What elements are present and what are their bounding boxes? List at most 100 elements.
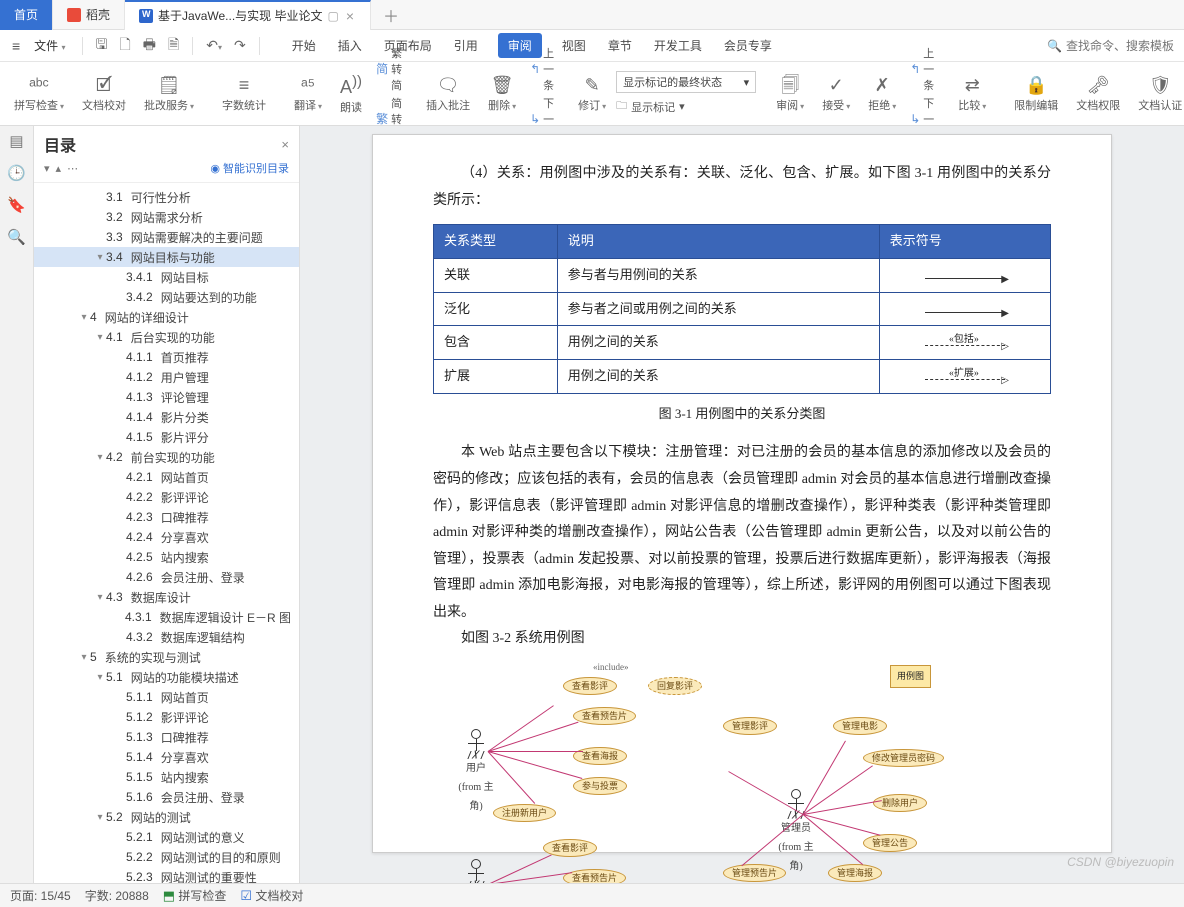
outline-item[interactable]: 4.1.2用户管理 <box>34 367 299 387</box>
file-menu[interactable]: 文件 ▾ <box>26 37 73 54</box>
smart-detect-button[interactable]: ◉智能识别目录 <box>210 160 289 176</box>
outline-item[interactable]: 4.2.2影评评论 <box>34 487 299 507</box>
wordcount-button[interactable]: ≡字数统计 <box>214 64 274 124</box>
outline-item[interactable]: 3.4.1网站目标 <box>34 267 299 287</box>
proof-status[interactable]: ☑ 文档校对 <box>240 887 303 904</box>
document-viewport[interactable]: （4）关系：用例图中涉及的关系有：关联、泛化、包含、扩展。如下图 3-1 用例图… <box>300 126 1184 883</box>
outline-item[interactable]: ▾4.1后台实现的功能 <box>34 327 299 347</box>
outline-item[interactable]: 3.4.2网站要达到的功能 <box>34 287 299 307</box>
outline-item[interactable]: 4.2.3口碑推荐 <box>34 507 299 527</box>
outline-item[interactable]: 4.3.2数据库逻辑结构 <box>34 627 299 647</box>
outline-item[interactable]: 4.1.4影片分类 <box>34 407 299 427</box>
outline-item[interactable]: 5.2.3网站测试的重要性 <box>34 867 299 883</box>
outline-item[interactable]: ▾5.1网站的功能模块描述 <box>34 667 299 687</box>
outline-item[interactable]: ▾3.4网站目标与功能 <box>34 247 299 267</box>
ribbon-tab-chapter[interactable]: 章节 <box>606 33 634 58</box>
outline-item[interactable]: 4.1.1首页推荐 <box>34 347 299 367</box>
proofread-button[interactable]: 🗹文档校对 <box>74 64 134 124</box>
translate-button[interactable]: ᵃ⁵翻译▾ <box>286 64 330 124</box>
outline-num: 4.2.4 <box>126 530 153 544</box>
show-marks-button[interactable]: 🗀显示标记▾ <box>616 97 756 116</box>
review-button[interactable]: 🗐审阅▾ <box>768 64 812 124</box>
ribbon-tab-insert[interactable]: 插入 <box>336 33 364 58</box>
search-icon[interactable]: 🔍 <box>8 228 26 246</box>
tag-icon[interactable]: 🕒 <box>8 164 26 182</box>
filter-icon[interactable]: ⋯ <box>67 162 78 175</box>
uc-mgr-ad: 管理预告片 <box>723 864 786 882</box>
qa-save-icon[interactable]: 🖫 <box>91 34 113 58</box>
accept-button[interactable]: ✓接受▾ <box>814 64 858 124</box>
outline-item[interactable]: 4.3.1数据库逻辑设计 E－R 图 <box>34 607 299 627</box>
outline-item[interactable]: 3.1可行性分析 <box>34 187 299 207</box>
tab-add-button[interactable]: ＋ <box>371 3 411 27</box>
outline-item[interactable]: ▾4.2前台实现的功能 <box>34 447 299 467</box>
outline-item[interactable]: 4.2.4分享喜欢 <box>34 527 299 547</box>
outline-item[interactable]: 3.2网站需求分析 <box>34 207 299 227</box>
hamburger-icon[interactable]: ≡ <box>8 38 24 54</box>
display-mode-combo[interactable]: 显示标记的最终状态▾ <box>616 71 756 93</box>
outline-icon[interactable]: ▤ <box>8 132 26 150</box>
outline-item[interactable]: 4.1.5影片评分 <box>34 427 299 447</box>
delete-comment-button[interactable]: 🗑删除▾ <box>480 64 524 124</box>
ribbon-tab-view[interactable]: 视图 <box>560 33 588 58</box>
outline-item[interactable]: 5.1.2影评评论 <box>34 707 299 727</box>
outline-item[interactable]: ▾4网站的详细设计 <box>34 307 299 327</box>
tab-secondary[interactable]: 稻壳 <box>53 0 125 30</box>
tab-document-active[interactable]: 基于JavaWe...与实现 毕业论文 ▢ × <box>125 0 371 30</box>
outline-item[interactable]: ▾4.3数据库设计 <box>34 587 299 607</box>
restrict-button[interactable]: 🔒限制编辑 <box>1006 64 1066 124</box>
qa-print-icon[interactable]: 🖶 <box>138 34 161 58</box>
read-button[interactable]: A))朗读 <box>332 64 370 124</box>
auth-icon: 🛡 <box>1149 75 1172 95</box>
command-search[interactable]: 🔍 <box>1047 39 1176 53</box>
outline-item[interactable]: 5.1.3口碑推荐 <box>34 727 299 747</box>
outline-item[interactable]: 4.2.6会员注册、登录 <box>34 567 299 587</box>
doc-auth-button[interactable]: 🛡文档认证 <box>1130 64 1184 124</box>
compare-button[interactable]: ⇄比较▾ <box>950 64 994 124</box>
trad-simple-button[interactable]: 简繁转简 <box>376 45 402 93</box>
outline-item[interactable]: 4.2.5站内搜索 <box>34 547 299 567</box>
bookmark-icon[interactable]: 🔖 <box>8 196 26 214</box>
spell-check-button[interactable]: ᵃᵇᶜ拼写检查▾ <box>6 64 72 124</box>
prev-change-button[interactable]: ↰上一条 <box>910 45 934 93</box>
tab-home[interactable]: 首页 <box>0 0 53 30</box>
qa-redo-icon[interactable]: ↷ <box>229 37 251 54</box>
tab-close-icon[interactable]: × <box>344 8 356 24</box>
reject-button[interactable]: ✗拒绝▾ <box>860 64 904 124</box>
qa-undo-icon[interactable]: ↶▾ <box>201 37 227 54</box>
outline-item[interactable]: ▾5系统的实现与测试 <box>34 647 299 667</box>
app-icon <box>67 8 81 22</box>
close-icon[interactable]: × <box>281 137 289 152</box>
qa-preview-icon[interactable]: 🗎 <box>163 34 184 58</box>
collapse-icon[interactable]: ▾ <box>44 162 50 175</box>
track-changes-button[interactable]: ✎修订▾ <box>570 64 614 124</box>
doc-perm-button[interactable]: 🗝文档权限 <box>1068 64 1128 124</box>
uc-mgr-anno: 管理公告 <box>863 834 917 852</box>
prev-comment-button[interactable]: ↰上一条 <box>530 45 554 93</box>
tab-minimize-icon[interactable]: ▢ <box>328 9 339 23</box>
expand-icon[interactable]: ▴ <box>56 162 62 175</box>
correction-button[interactable]: 🗒批改服务▾ <box>136 64 202 124</box>
outline-item[interactable]: 5.1.5站内搜索 <box>34 767 299 787</box>
outline-item[interactable]: 5.2.1网站测试的意义 <box>34 827 299 847</box>
outline-tree[interactable]: 3.1可行性分析3.2网站需求分析3.3网站需要解决的主要问题▾3.4网站目标与… <box>34 183 299 883</box>
ribbon-tab-dev[interactable]: 开发工具 <box>652 33 704 58</box>
outline-item[interactable]: 5.2.2网站测试的目的和原则 <box>34 847 299 867</box>
outline-item[interactable]: 4.1.3评论管理 <box>34 387 299 407</box>
insert-comment-button[interactable]: 🗨插入批注 <box>418 64 478 124</box>
spell-status[interactable]: ⬒ 拼写检查 <box>163 887 227 904</box>
ribbon-tab-start[interactable]: 开始 <box>290 33 318 58</box>
outline-item[interactable]: 4.2.1网站首页 <box>34 467 299 487</box>
search-input[interactable] <box>1066 39 1176 53</box>
page-indicator[interactable]: 页面: 15/45 <box>10 887 71 904</box>
outline-item[interactable]: 3.3网站需要解决的主要问题 <box>34 227 299 247</box>
outline-item[interactable]: ▾5.2网站的测试 <box>34 807 299 827</box>
ribbon-tab-vip[interactable]: 会员专享 <box>722 33 774 58</box>
outline-item[interactable]: 5.1.4分享喜欢 <box>34 747 299 767</box>
ribbon-tab-ref[interactable]: 引用 <box>452 33 480 58</box>
qa-saveas-icon[interactable]: 🗋 <box>114 34 135 58</box>
outline-item[interactable]: 5.1.6会员注册、登录 <box>34 787 299 807</box>
word-count[interactable]: 字数: 20888 <box>85 887 149 904</box>
chevron-icon: ▾ <box>78 652 90 663</box>
outline-item[interactable]: 5.1.1网站首页 <box>34 687 299 707</box>
